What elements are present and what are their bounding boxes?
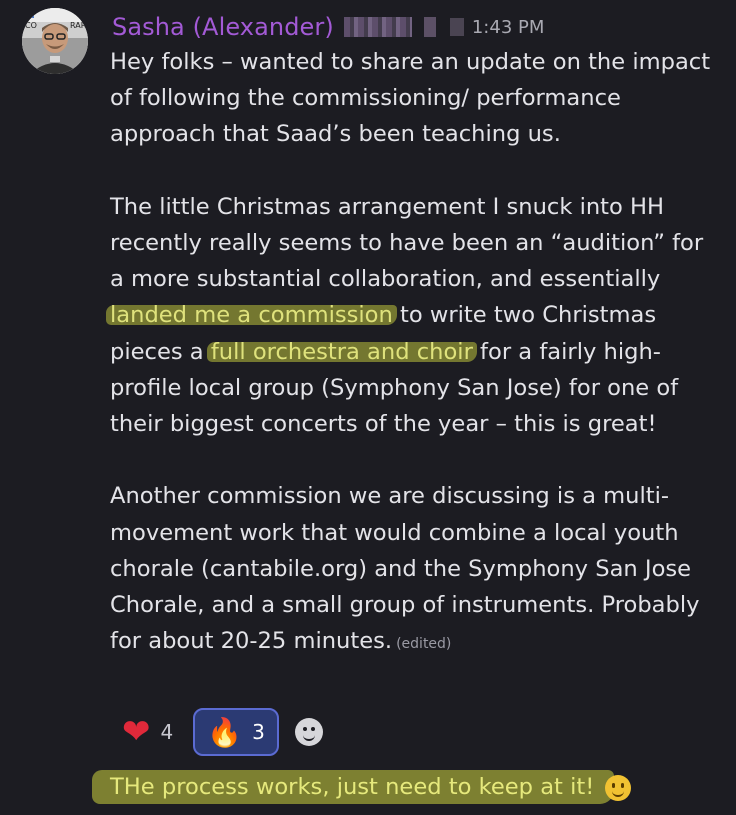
redacted-tag: [343, 17, 412, 37]
message-paragraph: The little Christmas arrangement I snuck…: [110, 189, 720, 442]
svg-text:RARY: RARY: [70, 21, 88, 30]
svg-text:CO: CO: [25, 21, 37, 30]
message-body: Hey folks – wanted to share an update on…: [110, 44, 720, 662]
reactions-bar: ❤ 4 🔥 3: [110, 708, 323, 756]
message-paragraph: Another commission we are discussing is …: [110, 478, 720, 662]
reaction-count: 4: [160, 720, 174, 744]
avatar-image: CO RARY: [22, 8, 88, 74]
message-text: Another commission we are discussing is …: [110, 483, 700, 655]
edited-label: (edited): [396, 636, 452, 653]
avatar[interactable]: CO RARY: [22, 8, 88, 74]
timestamp[interactable]: 1:43 PM: [472, 17, 545, 38]
next-message: THe process works, just need to keep at …: [92, 766, 632, 808]
message-header: Sasha (Alexander) 1:43 PM: [112, 10, 544, 44]
highlighted-text: full orchestra and choir: [210, 338, 473, 365]
message-paragraph: Hey folks – wanted to share an update on…: [110, 49, 711, 148]
redacted-icon: [449, 18, 464, 36]
fire-icon: 🔥: [207, 715, 243, 749]
author-name[interactable]: Sasha (Alexander): [112, 13, 334, 41]
highlighted-text: landed me a commission: [110, 302, 393, 329]
message-text: THe process works, just need to keep at …: [110, 774, 595, 800]
reaction-count: 3: [252, 720, 265, 744]
smile-emoji-icon: [605, 774, 632, 801]
reaction-fire[interactable]: 🔥 3: [193, 708, 279, 756]
heart-icon: ❤: [122, 712, 151, 752]
highlight-mark: landed me a commission: [110, 302, 393, 328]
redacted-badge: [423, 17, 436, 37]
highlight-mark: full orchestra and choir: [211, 339, 473, 365]
message-text: The little Christmas arrangement I snuck…: [110, 193, 704, 293]
next-message-text: THe process works, just need to keep at …: [110, 766, 632, 808]
reaction-heart[interactable]: ❤ 4: [110, 708, 185, 756]
add-reaction-icon[interactable]: [294, 718, 323, 746]
